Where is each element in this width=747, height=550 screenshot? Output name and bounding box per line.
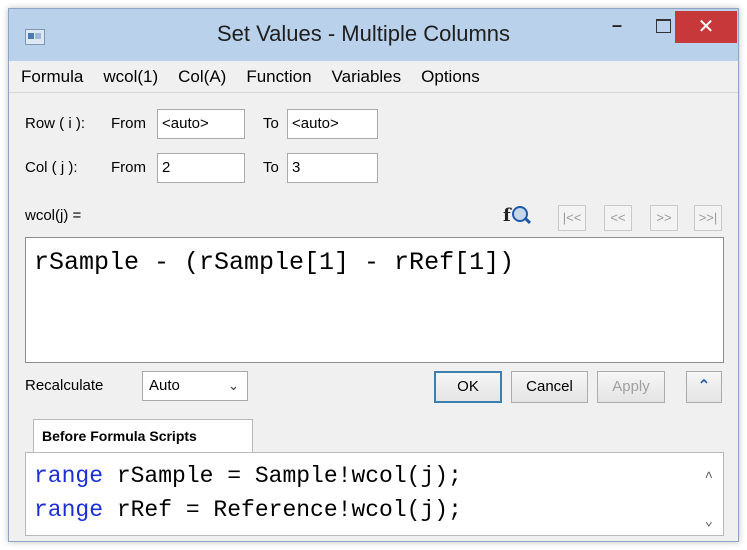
close-button[interactable]: ✕: [675, 11, 737, 43]
script-line: range rSample = Sample!wcol(j);: [34, 459, 715, 493]
script-text: rRef = Reference!wcol(j);: [103, 497, 462, 523]
menu-options[interactable]: Options: [421, 67, 480, 87]
menu-formula[interactable]: Formula: [21, 67, 83, 87]
scroll-up-icon[interactable]: ^: [705, 461, 713, 495]
script-keyword: range: [34, 463, 104, 489]
title-bar[interactable]: Set Values - Multiple Columns – ✕: [9, 9, 738, 61]
cancel-button[interactable]: Cancel: [511, 371, 588, 403]
menu-function[interactable]: Function: [246, 67, 311, 87]
menu-col[interactable]: Col(A): [178, 67, 226, 87]
set-values-dialog: Set Values - Multiple Columns – ✕ Formul…: [8, 8, 739, 542]
script-editor[interactable]: range rSample = Sample!wcol(j); range rR…: [25, 452, 724, 536]
formula-label: wcol(j) =: [25, 207, 82, 224]
collapse-button[interactable]: ⌃: [686, 371, 722, 403]
col-to-label: To: [263, 159, 279, 176]
apply-button[interactable]: Apply: [597, 371, 665, 403]
maximize-icon: [655, 19, 671, 34]
recalculate-value: Auto: [149, 377, 180, 394]
col-to-input[interactable]: 3: [287, 153, 378, 183]
next-button[interactable]: >>: [650, 205, 678, 231]
row-from-label: From: [111, 115, 146, 132]
row-to-label: To: [263, 115, 279, 132]
last-button[interactable]: >>|: [694, 205, 722, 231]
row-label: Row ( i ):: [25, 115, 85, 132]
recalculate-select[interactable]: Auto ⌄: [142, 371, 248, 401]
chevron-down-icon: ⌄: [228, 378, 239, 393]
ok-button[interactable]: OK: [434, 371, 502, 403]
scroll-down-icon[interactable]: ⌄: [705, 505, 713, 539]
formula-editor[interactable]: rSample - (rSample[1] - rRef[1]): [25, 237, 724, 363]
menu-variables[interactable]: Variables: [332, 67, 402, 87]
first-button[interactable]: |<<: [558, 205, 586, 231]
menu-wcol[interactable]: wcol(1): [103, 67, 158, 87]
window-title: Set Values - Multiple Columns: [216, 21, 511, 46]
col-from-input[interactable]: 2: [157, 153, 245, 183]
recalculate-label: Recalculate: [25, 377, 104, 394]
row-to-input[interactable]: <auto>: [287, 109, 378, 139]
script-line: range rRef = Reference!wcol(j);: [34, 493, 715, 527]
fx-icon: f: [503, 205, 511, 226]
script-text: rSample = Sample!wcol(j);: [103, 463, 462, 489]
col-label: Col ( j ):: [25, 159, 78, 176]
app-icon[interactable]: [25, 29, 45, 45]
row-from-input[interactable]: <auto>: [157, 109, 245, 139]
script-keyword: range: [34, 497, 104, 523]
minimize-button[interactable]: –: [593, 9, 641, 43]
menu-bar: Formula wcol(1) Col(A) Function Variable…: [9, 61, 738, 93]
col-from-label: From: [111, 159, 146, 176]
tab-before-formula-scripts[interactable]: Before Formula Scripts: [33, 419, 253, 453]
formula-search-button[interactable]: f: [502, 203, 532, 231]
prev-button[interactable]: <<: [604, 205, 632, 231]
